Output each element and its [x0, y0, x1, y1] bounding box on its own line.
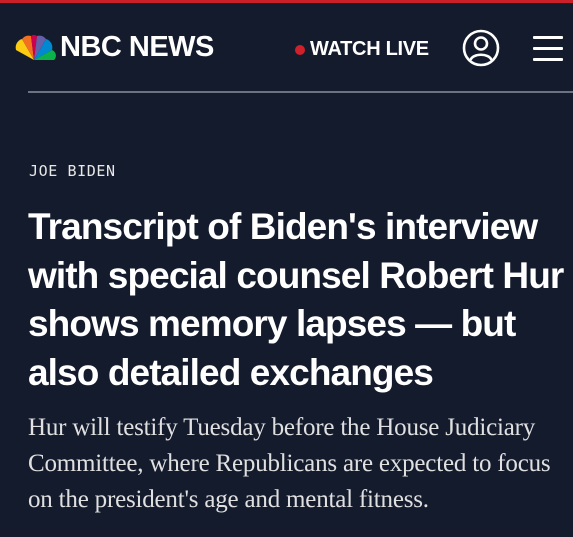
article-dek: Hur will testify Tuesday before the Hous… — [28, 414, 551, 513]
site-header: NBC NEWS WATCH LIVE — [0, 3, 573, 91]
header-divider — [28, 91, 573, 93]
watch-live-label: WATCH LIVE — [310, 38, 429, 60]
section-label[interactable]: JOE BIDEN — [29, 162, 116, 180]
hamburger-menu-icon[interactable] — [533, 36, 563, 62]
article-headline: Transcript of Biden's interview with spe… — [28, 206, 564, 393]
nbc-news-logo[interactable]: NBC NEWS — [12, 33, 214, 62]
logo-wordmark: NBC NEWS — [60, 31, 214, 63]
watch-live-link[interactable]: WATCH LIVE — [295, 38, 429, 61]
live-dot-icon — [295, 44, 305, 55]
peacock-icon — [15, 34, 56, 60]
account-circle-icon[interactable] — [462, 29, 500, 67]
